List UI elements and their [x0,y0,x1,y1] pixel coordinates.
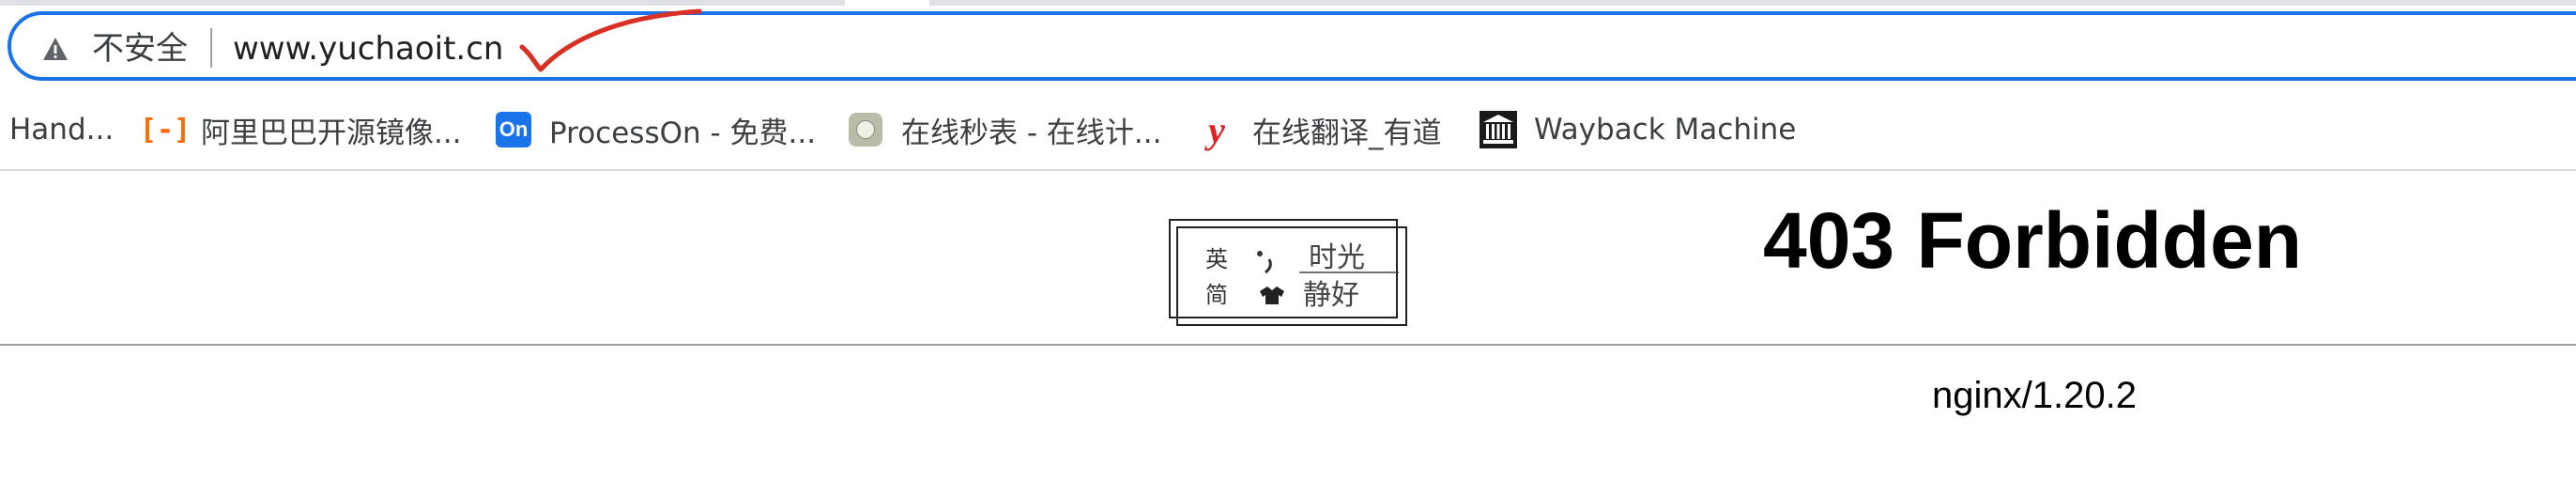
security-status-label[interactable]: 不安全 [92,28,188,70]
checkmark-annotation [519,8,702,72]
stopwatch-icon [847,111,884,148]
bookmark-label: 在线翻译_有道 [1252,116,1442,150]
bookmark-youdao[interactable]: y 在线翻译_有道 [1198,107,1442,152]
url-divider [210,28,212,68]
youdao-icon: y [1208,108,1225,151]
browser-window: 不安全 www.yuchaoit.cn Hand... [-] 阿里巴巴开源镜像… [0,0,2576,496]
bookmark-label: Hand... [9,113,115,147]
address-bar[interactable]: 不安全 www.yuchaoit.cn [8,11,2576,81]
horizontal-rule [0,344,2576,346]
bookmark-aliyun-mirror[interactable]: [-] 阿里巴巴开源镜像... [139,107,462,152]
bookmark-hand[interactable]: Hand... [9,107,114,152]
toolbar-divider [0,169,2576,171]
bookmark-wayback-machine[interactable]: Wayback Machine [1480,107,1796,152]
logo-lang-zh: 简 [1205,282,1228,308]
logo-text-bottom: 静好 [1303,279,1359,312]
aliyun-icon: [-] [139,113,192,147]
bookmarks-bar: Hand... [-] 阿里巴巴开源镜像... On ProcessOn - 免… [0,94,2576,169]
processon-icon: On [495,111,532,148]
bookmark-label: 阿里巴巴开源镜像... [201,116,462,150]
bookmark-label: Wayback Machine [1534,113,1797,147]
bookmark-processon[interactable]: On ProcessOn - 免费... [495,107,816,152]
warning-triangle-icon[interactable] [41,36,69,62]
shirt-icon [1260,287,1284,304]
server-signature: nginx/1.20.2 [1932,375,2137,416]
bookmark-label: 在线秒表 - 在线计... [901,116,1162,150]
bookmark-label: ProcessOn - 免费... [549,116,817,150]
page-title: 403 Forbidden [1763,196,2303,285]
logo-lang-en: 英 [1205,246,1228,272]
site-logo[interactable]: 英 简 时光 静好 [1168,218,1408,327]
tab-strip [0,0,2576,6]
museum-icon [1480,111,1517,148]
url-text[interactable]: www.yuchaoit.cn [233,28,504,70]
bookmark-stopwatch[interactable]: 在线秒表 - 在线计... [847,107,1161,152]
logo-text-top: 时光 [1309,241,1365,274]
